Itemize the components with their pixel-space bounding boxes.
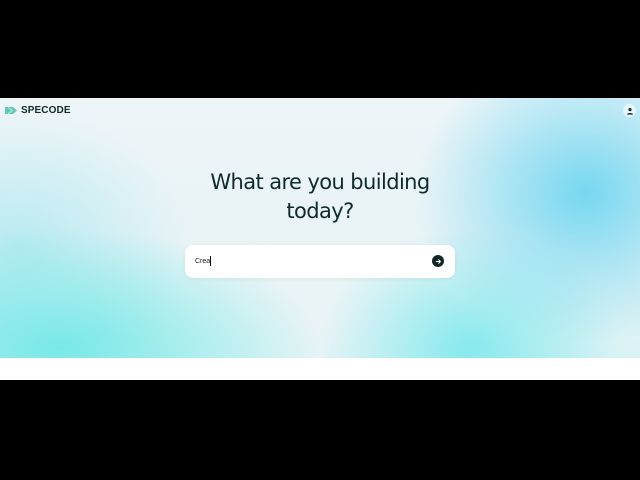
account-button[interactable] [623, 104, 636, 117]
prompt-input[interactable] [195, 254, 415, 268]
prompt-box [185, 245, 455, 278]
text-caret [210, 256, 211, 266]
site-logo[interactable]: SPECODE [4, 105, 71, 116]
page-headline: What are you building today? [170, 168, 470, 226]
headline-line-1: What are you building [210, 170, 430, 194]
logo-text: SPECODE [21, 105, 71, 116]
send-button[interactable] [432, 255, 444, 267]
page-bottom-area [0, 358, 640, 380]
letterbox-bottom [0, 380, 640, 480]
specode-logo-icon [5, 106, 17, 115]
browser-viewport: SPECODE What are you building today? [0, 98, 640, 380]
user-icon [626, 107, 633, 115]
arrow-right-icon [435, 258, 441, 264]
headline-line-2: today? [286, 199, 354, 223]
letterbox-top [0, 0, 640, 98]
hero-section: SPECODE What are you building today? [0, 98, 640, 358]
